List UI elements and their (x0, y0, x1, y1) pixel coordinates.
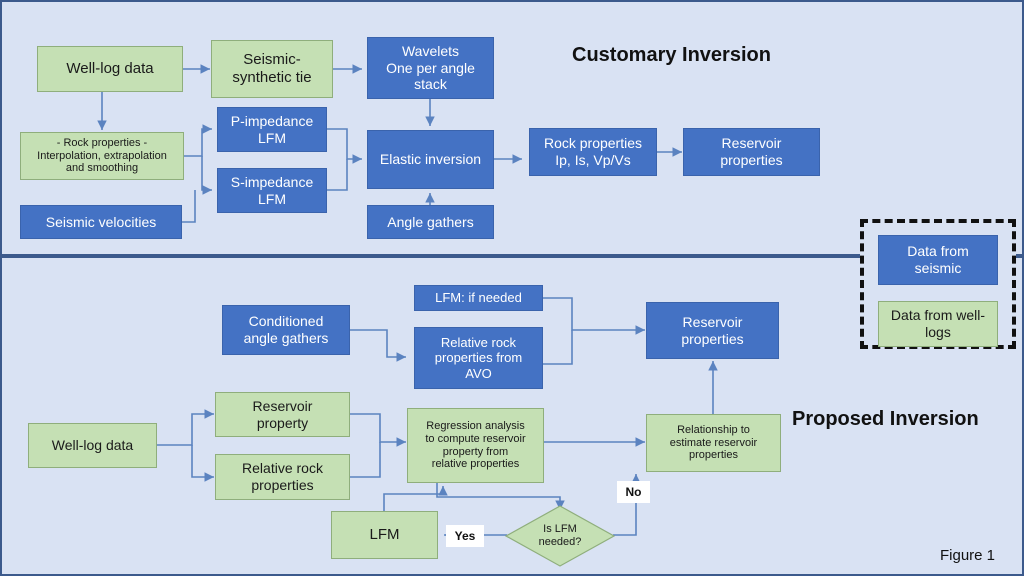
node-label: P-impedance LFM (230, 112, 314, 146)
node-relative-rock-properties-avo[interactable]: Relative rock properties from AVO (414, 327, 543, 389)
section-title-customary: Customary Inversion (572, 44, 771, 66)
section-title-proposed: Proposed Inversion (792, 408, 979, 430)
node-label: Well-log data (51, 437, 134, 454)
node-label: Rock properties Ip, Is, Vp/Vs (543, 135, 643, 168)
node-label: Elastic inversion (379, 151, 482, 168)
node-wavelets[interactable]: Wavelets One per angle stack (367, 37, 494, 99)
diamond-shape (505, 505, 615, 567)
node-s-impedance-lfm[interactable]: S-impedance LFM (217, 168, 327, 213)
node-lfm[interactable]: LFM (331, 511, 438, 559)
node-rock-properties-ip-is-vpvs[interactable]: Rock properties Ip, Is, Vp/Vs (529, 128, 657, 176)
edge-label-yes: Yes (446, 525, 484, 547)
node-reservoir-properties-customary[interactable]: Reservoir properties (683, 128, 820, 176)
node-well-log-data-proposed[interactable]: Well-log data (28, 423, 157, 468)
node-label: Reservoir properties (720, 135, 783, 168)
node-label: Seismic- synthetic tie (232, 51, 312, 86)
node-well-log-data[interactable]: Well-log data (37, 46, 183, 92)
node-label: Angle gathers (387, 213, 474, 230)
node-label: Seismic velocities (45, 213, 157, 230)
node-label: - Rock properties - Interpolation, extra… (37, 136, 167, 175)
legend-item-well-logs: Data from well-logs (878, 301, 998, 347)
edge-label-no: No (617, 481, 650, 503)
node-relative-rock-properties[interactable]: Relative rock properties (215, 454, 350, 500)
node-reservoir-property[interactable]: Reservoir property (215, 392, 350, 437)
node-label: Relationship to estimate reservoir prope… (669, 423, 758, 462)
node-p-impedance-lfm[interactable]: P-impedance LFM (217, 107, 327, 152)
node-elastic-inversion[interactable]: Elastic inversion (367, 130, 494, 189)
legend-item-seismic: Data from seismic (878, 235, 998, 285)
figure-canvas: Customary Inversion Well-log data Seismi… (0, 0, 1024, 576)
node-rock-properties-interpolation[interactable]: - Rock properties - Interpolation, extra… (20, 132, 184, 180)
node-label: Wavelets One per angle stack (386, 43, 475, 93)
node-label: Conditioned angle gathers (243, 313, 329, 346)
node-seismic-velocities[interactable]: Seismic velocities (20, 205, 182, 239)
node-is-lfm-needed[interactable]: Is LFM needed? (505, 505, 615, 567)
node-label: Well-log data (66, 60, 154, 78)
node-relationship-estimate-reservoir[interactable]: Relationship to estimate reservoir prope… (646, 414, 781, 472)
node-regression-analysis[interactable]: Regression analysis to compute reservoir… (407, 408, 544, 483)
node-seismic-synthetic-tie[interactable]: Seismic- synthetic tie (211, 40, 333, 98)
legend-label: Data from seismic (907, 243, 969, 276)
node-label: LFM: if needed (435, 290, 522, 306)
node-angle-gathers[interactable]: Angle gathers (367, 205, 494, 239)
node-label: Reservoir properties (681, 313, 744, 347)
node-label: Relative rock properties from AVO (434, 335, 523, 381)
node-reservoir-properties-proposed[interactable]: Reservoir properties (646, 302, 779, 359)
node-label: LFM (369, 526, 400, 544)
figure-caption: Figure 1 (940, 547, 996, 564)
node-conditioned-angle-gathers[interactable]: Conditioned angle gathers (222, 305, 350, 355)
node-label: S-impedance LFM (230, 173, 314, 207)
node-lfm-if-needed[interactable]: LFM: if needed (414, 285, 543, 311)
node-label: Regression analysis to compute reservoir… (425, 419, 526, 471)
node-label: Relative rock properties (242, 460, 323, 493)
legend-label: Data from well-logs (890, 307, 986, 340)
node-label: Reservoir property (252, 397, 313, 431)
